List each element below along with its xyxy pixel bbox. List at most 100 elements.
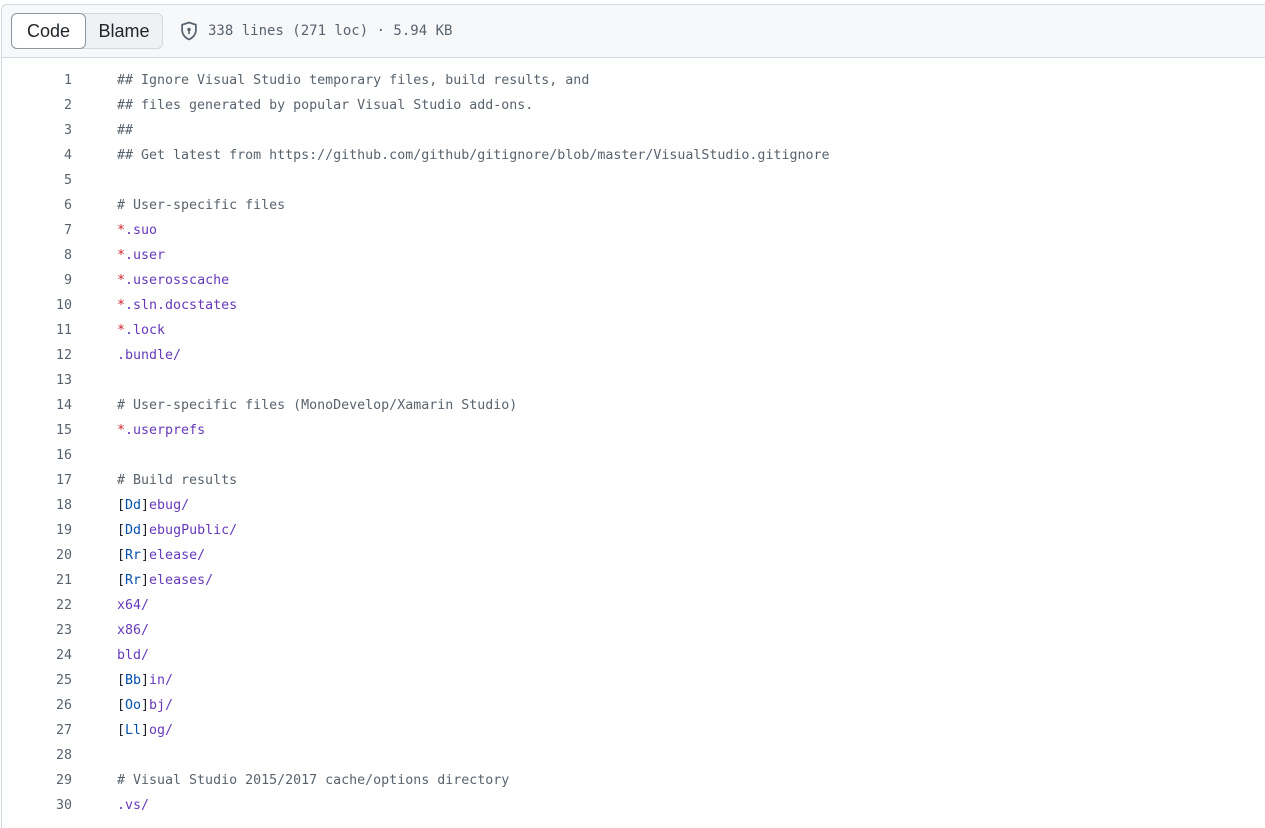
line-number[interactable]: 18	[2, 498, 117, 513]
code-line: 30 .vs/	[2, 793, 1265, 818]
code-line: 22 x64/	[2, 593, 1265, 618]
code-token: [	[117, 698, 126, 713]
code-line: 11 *.lock	[2, 318, 1265, 343]
code-line: 5	[2, 168, 1265, 193]
line-number[interactable]: 6	[2, 198, 117, 213]
code-line: 18 [Dd]ebug/	[2, 493, 1265, 518]
line-number[interactable]: 9	[2, 273, 117, 288]
line-number[interactable]: 11	[2, 323, 117, 338]
code-token: .sln.docstates	[125, 298, 238, 313]
code-token: Rr	[125, 573, 142, 588]
line-number[interactable]: 28	[2, 748, 117, 763]
line-number[interactable]: 21	[2, 573, 117, 588]
code-line: 9 *.userosscache	[2, 268, 1265, 293]
line-number[interactable]: 2	[2, 98, 117, 113]
code-line: 13	[2, 368, 1265, 393]
code-token: .vs/	[117, 798, 150, 813]
line-number[interactable]: 4	[2, 148, 117, 163]
code-line: 25 [Bb]in/	[2, 668, 1265, 693]
code-token: [	[117, 723, 126, 738]
code-token: eleases/	[149, 573, 214, 588]
code-token: ]	[141, 698, 150, 713]
line-number[interactable]: 24	[2, 648, 117, 663]
code-token: .bundle/	[117, 348, 182, 363]
line-number[interactable]: 12	[2, 348, 117, 363]
line-number[interactable]: 14	[2, 398, 117, 413]
line-number[interactable]: 5	[2, 173, 117, 188]
line-number[interactable]: 30	[2, 798, 117, 813]
line-number[interactable]: 22	[2, 598, 117, 613]
code-token: *	[117, 423, 126, 438]
line-content: *.sln.docstates	[117, 298, 237, 313]
line-content: ## Ignore Visual Studio temporary files,…	[117, 73, 589, 88]
line-number[interactable]: 17	[2, 473, 117, 488]
code-line: 12 .bundle/	[2, 343, 1265, 368]
code-token: og/	[149, 723, 174, 738]
code-token: ## Ignore Visual Studio temporary files,…	[117, 73, 590, 88]
code-line: 4 ## Get latest from https://github.com/g…	[2, 143, 1265, 168]
line-content: bld/	[117, 648, 149, 663]
code-line: 28	[2, 743, 1265, 768]
line-content: [Dd]ebug/	[117, 498, 189, 513]
code-token: Ll	[125, 723, 142, 738]
file-viewer: Code Blame 338 lines (271 loc) · 5.94 KB…	[1, 4, 1265, 828]
shield-icon[interactable]	[179, 21, 199, 41]
code-line: 1 ## Ignore Visual Studio temporary files…	[2, 68, 1265, 93]
line-content: [Rr]eleases/	[117, 573, 213, 588]
line-number[interactable]: 27	[2, 723, 117, 738]
line-number[interactable]: 16	[2, 448, 117, 463]
line-content: [Rr]elease/	[117, 548, 205, 563]
line-number[interactable]: 8	[2, 248, 117, 263]
code-line: 3 ##	[2, 118, 1265, 143]
code-line: 27 [Ll]og/	[2, 718, 1265, 743]
line-number[interactable]: 7	[2, 223, 117, 238]
code-line: 24 bld/	[2, 643, 1265, 668]
line-number[interactable]: 20	[2, 548, 117, 563]
code-token: # Visual Studio 2015/2017 cache/options …	[117, 773, 510, 788]
line-content: # Visual Studio 2015/2017 cache/options …	[117, 773, 509, 788]
line-number[interactable]: 1	[2, 73, 117, 88]
code-token: [	[117, 498, 126, 513]
blame-button[interactable]: Blame	[86, 14, 162, 48]
line-number[interactable]: 23	[2, 623, 117, 638]
line-number[interactable]: 26	[2, 698, 117, 713]
line-number[interactable]: 13	[2, 373, 117, 388]
code-token: .userprefs	[125, 423, 206, 438]
line-number[interactable]: 10	[2, 298, 117, 313]
line-number[interactable]: 15	[2, 423, 117, 438]
code-view: 1 ## Ignore Visual Studio temporary files…	[2, 58, 1265, 818]
line-content: [Dd]ebugPublic/	[117, 523, 237, 538]
code-token: *	[117, 298, 126, 313]
code-token: ebugPublic/	[149, 523, 238, 538]
line-content: ## files generated by popular Visual Stu…	[117, 98, 533, 113]
code-token: Bb	[125, 673, 142, 688]
line-number[interactable]: 19	[2, 523, 117, 538]
line-content: [Ll]og/	[117, 723, 173, 738]
code-line: 29 # Visual Studio 2015/2017 cache/option…	[2, 768, 1265, 793]
file-header: Code Blame 338 lines (271 loc) · 5.94 KB	[2, 5, 1265, 58]
code-token: *	[117, 323, 126, 338]
line-number[interactable]: 29	[2, 773, 117, 788]
line-content: *.userprefs	[117, 423, 205, 438]
code-token: ]	[141, 573, 150, 588]
code-line: 26 [Oo]bj/	[2, 693, 1265, 718]
code-line: 6 # User-specific files	[2, 193, 1265, 218]
line-content: # Build results	[117, 473, 237, 488]
line-content: *.userosscache	[117, 273, 229, 288]
code-line: 23 x86/	[2, 618, 1265, 643]
code-token: *	[117, 223, 126, 238]
code-line: 7 *.suo	[2, 218, 1265, 243]
code-token: ]	[141, 523, 150, 538]
code-button[interactable]: Code	[11, 13, 86, 49]
line-number[interactable]: 25	[2, 673, 117, 688]
code-line: 20 [Rr]elease/	[2, 543, 1265, 568]
code-line: 21 [Rr]eleases/	[2, 568, 1265, 593]
code-token: # Build results	[117, 473, 238, 488]
code-token: *	[117, 273, 126, 288]
code-token: in/	[149, 673, 174, 688]
code-token: .suo	[125, 223, 158, 238]
line-content: ##	[117, 123, 133, 138]
line-number[interactable]: 3	[2, 123, 117, 138]
code-token: [	[117, 673, 126, 688]
line-content: x64/	[117, 598, 149, 613]
